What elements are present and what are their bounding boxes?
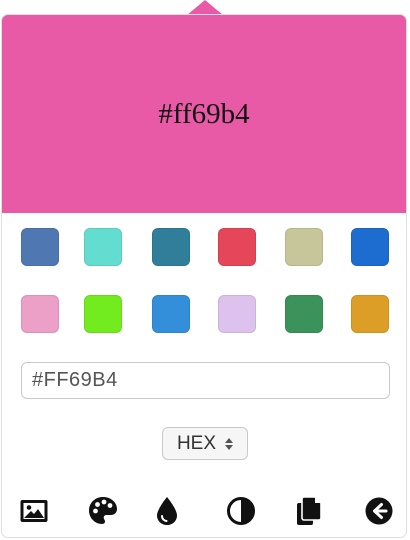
format-select-value: HEX — [176, 432, 217, 454]
color-swatch[interactable] — [285, 228, 323, 266]
back-button[interactable] — [361, 493, 397, 529]
color-preview: #ff69b4 — [2, 15, 406, 213]
hex-input[interactable] — [21, 362, 390, 399]
image-button[interactable] — [16, 493, 52, 529]
color-picker-panel: #ff69b4 HEX — [1, 14, 407, 538]
color-swatch[interactable] — [21, 228, 59, 266]
color-swatch[interactable] — [21, 295, 59, 333]
updown-arrows-icon — [225, 437, 234, 450]
preview-color-text: #ff69b4 — [158, 97, 250, 130]
color-swatch[interactable] — [218, 295, 256, 333]
color-swatch[interactable] — [218, 228, 256, 266]
copy-button[interactable] — [291, 493, 327, 529]
color-swatch[interactable] — [152, 228, 190, 266]
color-swatch[interactable] — [84, 228, 122, 266]
palette-button[interactable] — [85, 493, 121, 529]
back-icon — [365, 497, 393, 525]
contrast-button[interactable] — [223, 493, 259, 529]
color-swatch[interactable] — [351, 295, 389, 333]
color-swatch[interactable] — [152, 295, 190, 333]
format-select[interactable]: HEX — [162, 427, 248, 460]
popover-caret — [187, 0, 223, 15]
image-icon — [20, 500, 48, 522]
color-swatch[interactable] — [285, 295, 323, 333]
color-swatch[interactable] — [84, 295, 122, 333]
drop-icon — [157, 497, 177, 525]
copy-icon — [297, 496, 322, 525]
palette-icon — [89, 497, 117, 524]
drop-button[interactable] — [149, 493, 185, 529]
color-swatch[interactable] — [351, 228, 389, 266]
contrast-icon — [227, 497, 255, 525]
